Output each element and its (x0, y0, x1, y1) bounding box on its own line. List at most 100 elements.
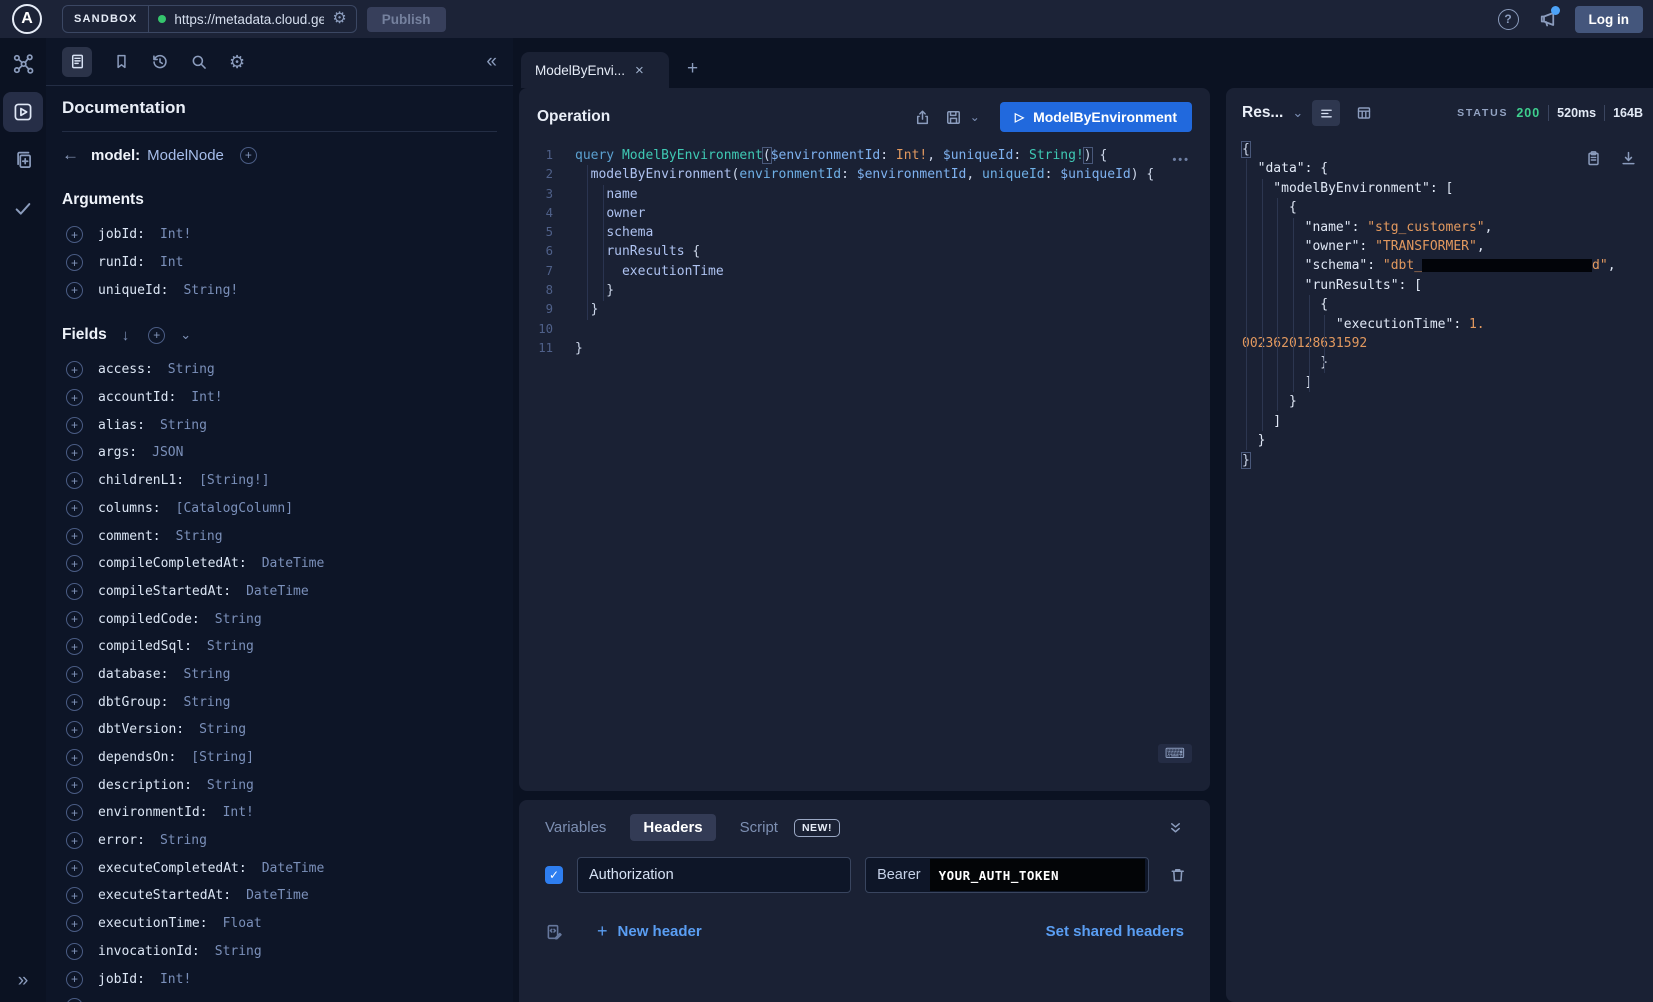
docs-settings-gear-icon[interactable]: ⚙ (229, 53, 245, 71)
field-type[interactable]: [String] (191, 750, 254, 765)
add-to-query-icon[interactable]: + (66, 444, 83, 461)
field-name[interactable]: compileCompletedAt: (98, 556, 247, 571)
field-type[interactable]: Int (160, 255, 183, 270)
tab-variables[interactable]: Variables (545, 819, 606, 836)
field-type[interactable]: Int! (160, 227, 191, 242)
response-chevron-down-icon[interactable]: ⌄ (1292, 105, 1303, 121)
auth-token-value[interactable]: YOUR_AUTH_TOKEN (930, 859, 1145, 891)
field-name[interactable]: args: (98, 445, 137, 460)
history-icon[interactable] (151, 53, 169, 71)
add-to-query-icon[interactable]: + (66, 777, 83, 794)
field-row[interactable]: + args: JSON (62, 439, 497, 467)
field-type[interactable]: String (168, 362, 215, 377)
tab-headers[interactable]: Headers (630, 814, 715, 841)
field-name[interactable]: runId: (98, 255, 145, 270)
field-type[interactable]: [String!] (199, 473, 269, 488)
save-icon[interactable] (945, 109, 962, 126)
rail-collections-button[interactable] (3, 140, 43, 180)
field-type[interactable]: String (207, 778, 254, 793)
add-to-query-icon[interactable]: + (66, 472, 83, 489)
login-button[interactable]: Log in (1575, 6, 1644, 33)
field-row[interactable]: + database: String (62, 661, 497, 689)
field-row[interactable]: +access:String (62, 356, 497, 384)
add-to-query-icon[interactable]: + (66, 611, 83, 628)
field-type[interactable]: String (183, 695, 230, 710)
field-row[interactable]: +executeStartedAt:DateTime (62, 882, 497, 910)
field-name[interactable]: environmentId: (98, 805, 208, 820)
field-row[interactable]: +invocationId:String (62, 938, 497, 966)
field-row[interactable]: +dependsOn:[String] (62, 744, 497, 772)
field-name[interactable]: executeStartedAt: (98, 888, 231, 903)
rail-checks-button[interactable] (3, 188, 43, 228)
add-to-query-icon[interactable]: + (66, 804, 83, 821)
add-to-query-icon[interactable]: + (66, 860, 83, 877)
field-row[interactable]: + compileStartedAt: DateTime (62, 578, 497, 606)
field-name[interactable]: compiledSql: (98, 639, 192, 654)
field-type[interactable]: Int! (191, 390, 222, 405)
field-name[interactable]: uniqueId: (98, 283, 168, 298)
field-name[interactable]: error: (98, 833, 145, 848)
field-name[interactable]: compileStartedAt: (98, 584, 231, 599)
endpoint-url-wrap[interactable]: https://metadata.cloud.get ⚙ (149, 11, 355, 27)
fields-chevron-down-icon[interactable]: ⌄ (180, 327, 191, 343)
search-icon[interactable] (190, 53, 208, 71)
endpoint-url-input[interactable]: https://metadata.cloud.get (174, 12, 324, 27)
query-editor[interactable]: 1query ModelByEnvironment($environmentId… (519, 146, 1210, 358)
add-to-query-icon[interactable]: + (66, 389, 83, 406)
field-name[interactable]: database: (98, 667, 168, 682)
help-icon[interactable]: ? (1498, 9, 1519, 30)
field-type[interactable]: DateTime (246, 888, 309, 903)
share-icon[interactable] (914, 109, 931, 126)
field-row[interactable]: +childrenL1:[String!] (62, 467, 497, 495)
field-row[interactable]: +compiledCode:String (62, 605, 497, 633)
field-type[interactable]: String (160, 418, 207, 433)
field-name[interactable]: invocationId: (98, 944, 200, 959)
argument-row[interactable]: +runId:Int (62, 249, 497, 277)
field-type[interactable]: JSON (152, 445, 183, 460)
copy-response-clipboard-icon[interactable] (1585, 150, 1602, 167)
back-arrow-icon[interactable]: ← (62, 145, 79, 165)
close-tab-icon[interactable]: × (635, 62, 644, 79)
response-format-text-button[interactable] (1312, 100, 1340, 126)
field-type[interactable]: DateTime (246, 584, 309, 599)
add-to-query-icon[interactable]: + (66, 915, 83, 932)
field-name[interactable]: dbtVersion: (98, 722, 184, 737)
run-operation-button[interactable]: ▷ ModelByEnvironment (1000, 102, 1192, 132)
add-to-query-icon[interactable]: + (66, 666, 83, 683)
expand-rail-icon[interactable]: » (0, 970, 46, 992)
add-to-query-icon[interactable]: + (66, 943, 83, 960)
collapse-panel-icon[interactable]: « (486, 51, 497, 73)
add-to-query-icon[interactable]: + (66, 583, 83, 600)
add-to-query-icon[interactable]: + (66, 282, 83, 299)
field-row[interactable]: +comment:String (62, 522, 497, 550)
field-type[interactable]: DateTime (262, 861, 325, 876)
keyboard-shortcuts-icon[interactable]: ⌨ (1158, 744, 1192, 763)
add-type-icon[interactable]: + (240, 147, 257, 164)
field-row[interactable]: + environmentId: Int! (62, 799, 497, 827)
field-row[interactable]: +executionTime:Float (62, 910, 497, 938)
field-row[interactable]: +dbtGroup:String (62, 688, 497, 716)
field-row[interactable]: +description:String (62, 771, 497, 799)
add-to-query-icon[interactable]: + (66, 555, 83, 572)
add-to-query-icon[interactable]: + (66, 361, 83, 378)
field-type[interactable]: String (207, 639, 254, 654)
bookmark-icon[interactable] (113, 53, 130, 70)
field-type[interactable]: String (160, 833, 207, 848)
docs-tab-documentation[interactable] (62, 47, 92, 77)
editor-overflow-menu-icon[interactable]: ••• (1172, 154, 1190, 166)
field-type[interactable]: Int! (160, 972, 191, 987)
field-row[interactable]: +jobId:Int! (62, 965, 497, 993)
field-name[interactable]: executeCompletedAt: (98, 861, 247, 876)
add-to-query-icon[interactable]: + (66, 417, 83, 434)
field-type[interactable]: Int! (223, 805, 254, 820)
header-key-input[interactable]: Authorization (577, 857, 851, 893)
sort-fields-icon[interactable]: ↓ (122, 327, 130, 344)
download-response-icon[interactable] (1620, 150, 1637, 167)
add-to-query-icon[interactable]: + (66, 638, 83, 655)
field-type[interactable]: String (183, 667, 230, 682)
add-to-query-icon[interactable]: + (66, 694, 83, 711)
new-header-button[interactable]: + New header (597, 921, 702, 942)
field-name[interactable]: jobId: (98, 227, 145, 242)
field-name[interactable]: jobId: (98, 972, 145, 987)
field-type[interactable]: String! (183, 283, 238, 298)
